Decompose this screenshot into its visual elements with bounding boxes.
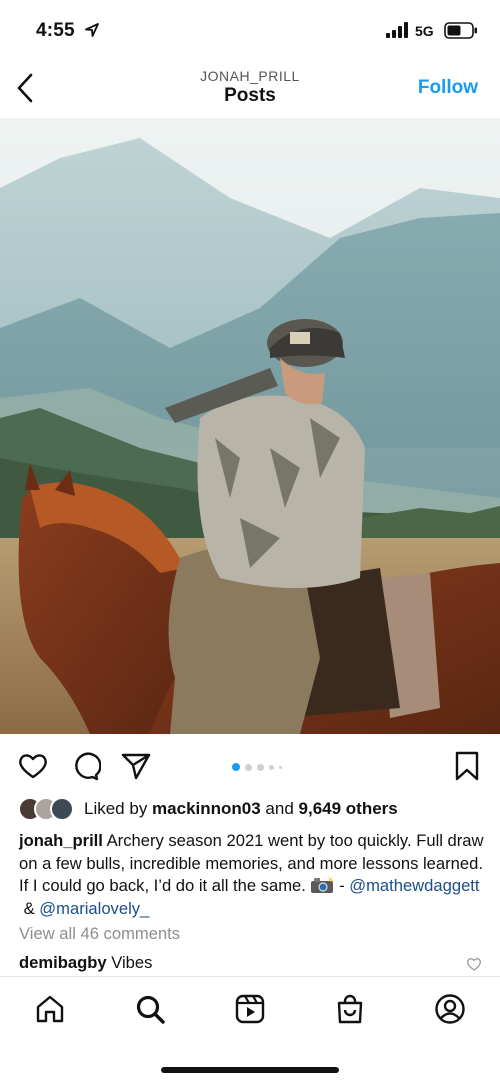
post-caption: jonah_prill Archery season 2021 went by …: [19, 830, 489, 920]
home-indicator: [161, 1067, 339, 1073]
status-time: 4:55: [36, 20, 75, 41]
likes-middle: and: [260, 799, 299, 818]
camera-flash-icon: [311, 876, 335, 893]
status-bar: 4:55 5G: [0, 0, 500, 60]
view-all-comments-link[interactable]: View all 46 comments: [19, 924, 180, 944]
caption-amp: &: [19, 898, 40, 918]
search-icon[interactable]: [134, 993, 166, 1025]
post-photo[interactable]: [0, 118, 500, 734]
comment-username[interactable]: demibagby: [19, 953, 107, 972]
caption-username[interactable]: jonah_prill: [19, 831, 103, 850]
comment-text: Vibes: [106, 953, 153, 972]
reels-icon[interactable]: [234, 993, 266, 1025]
bottom-tab-bar: [0, 976, 500, 1083]
profile-icon[interactable]: [434, 993, 466, 1025]
mention-link[interactable]: @mathewdaggett: [349, 876, 479, 895]
cellular-signal-icon: [386, 22, 408, 38]
home-icon[interactable]: [34, 993, 66, 1025]
carousel-dot: [245, 763, 252, 771]
battery-icon: [444, 22, 477, 39]
carousel-dot: [257, 763, 264, 771]
liker-username[interactable]: mackinnon03: [152, 799, 261, 819]
likes-others[interactable]: 9,649 others: [299, 799, 398, 819]
comment-like-heart-icon[interactable]: [466, 956, 482, 972]
top-comment: demibagby Vibes: [19, 953, 152, 973]
likes-prefix: Liked by: [84, 799, 153, 818]
shop-icon[interactable]: [334, 993, 366, 1025]
avatar: [50, 797, 74, 821]
carousel-dot: [232, 763, 240, 771]
bookmark-icon[interactable]: [451, 750, 483, 782]
carousel-dot: [279, 765, 282, 769]
follow-button[interactable]: Follow: [418, 77, 478, 99]
location-arrow-icon: [85, 23, 99, 37]
heart-icon[interactable]: [17, 750, 49, 782]
carousel-dots: [232, 763, 282, 771]
send-icon[interactable]: [120, 750, 152, 782]
top-nav: JONAH_PRILL Posts Follow: [0, 60, 500, 116]
post-actions: [0, 746, 500, 786]
caption-dash: -: [334, 876, 350, 895]
carousel-dot: [269, 764, 274, 770]
post-image: [0, 118, 500, 734]
network-type: 5G: [415, 23, 434, 39]
likes-row[interactable]: Liked by mackinnon03 and 9,649 others: [18, 796, 398, 822]
comment-icon[interactable]: [69, 750, 101, 782]
mention-link[interactable]: @marialovely_: [39, 899, 149, 918]
liker-avatars: [18, 797, 78, 821]
